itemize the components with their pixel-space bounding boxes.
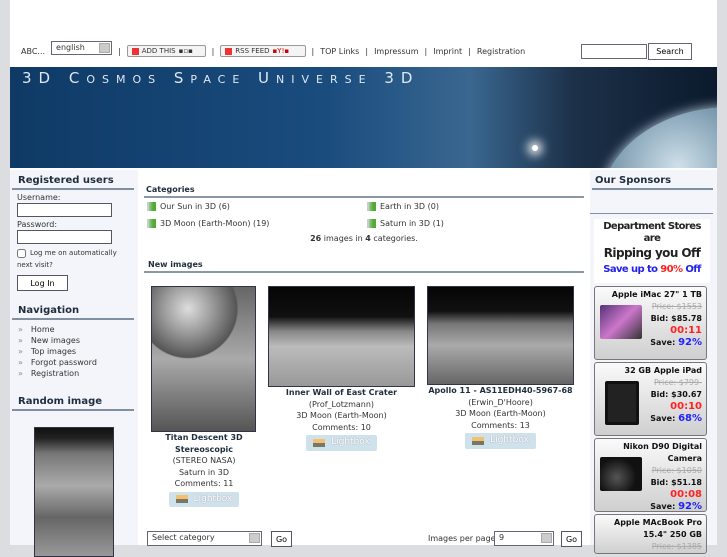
rss-feed-button[interactable]: RSS FEED ▪Y!▪ [220,45,306,57]
image-thumbnail-titan[interactable] [151,286,256,432]
image-caption-apollo: Apollo 11 - AS11EDH40-5967-68 (Erwin_D'H… [420,385,581,449]
search-button[interactable]: Search [648,43,692,60]
image-caption-titan: Titan Descent 3D Stereoscopic (STEREO NA… [140,432,268,507]
right-sidebar: Our Sponsors Department Stores are Rippi… [590,170,717,554]
image-caption-crater: Inner Wall of East Crater (Prof_Lotzmann… [260,387,423,451]
addthis-icon [131,47,139,55]
image-thumbnail-crater[interactable] [268,286,415,387]
nav-new-images[interactable]: » New images [10,335,138,346]
banner: 3D Cosmos Space Universe 3D [10,67,717,168]
category-moon[interactable]: 3D Moon (Earth-Moon) (19) [147,219,269,228]
password-label: Password: [17,220,58,229]
planet-image [600,107,717,168]
image-title[interactable]: Titan Descent 3D Stereoscopic [165,433,242,454]
lightbox-icon [313,438,326,447]
lightbox-icon [175,495,188,504]
chevron-down-icon [99,43,111,53]
page: ABC... english | ADD THIS ▪▫▪ | RSS FEED ▪… [10,0,717,557]
folder-icon [367,202,376,211]
sponsors-heading: Our Sponsors [592,170,713,190]
navigation-heading: Navigation [12,300,134,320]
username-label: Username: [17,193,61,202]
sponsor-ad-banner[interactable]: Department Stores are Ripping you Off Sa… [594,219,710,283]
registration-link[interactable]: Registration [477,47,525,56]
images-per-page-label: Images per page: [428,534,499,543]
lightbox-button[interactable]: Lightbox [168,491,240,507]
images-per-page-select[interactable]: 9 [494,531,554,546]
language-select[interactable]: english [51,41,113,55]
auto-login-label: Log me on automatically next visit? [17,249,117,269]
chevron-down-icon [541,533,552,543]
lightbox-icon [472,436,485,445]
sponsor-ad-imac[interactable]: Apple iMac 27" 1 TB Price: $1553 Bid: $85.… [594,286,707,360]
image-thumbnail-apollo[interactable] [427,286,574,385]
nav-home[interactable]: » Home [10,324,138,335]
category-earth[interactable]: Earth in 3D (0) [367,202,439,211]
top-links-link[interactable]: TOP Links [320,47,359,56]
username-field[interactable] [17,203,112,217]
sponsor-ad-ipad[interactable]: 32 GB Apple iPad Price: $799- Bid: $30.67 0… [594,362,707,436]
impressum-link[interactable]: Impressum [374,47,418,56]
category-saturn[interactable]: Saturn in 3D (1) [367,219,444,228]
top-bar: ABC... english | ADD THIS ▪▫▪ | RSS FEED ▪… [10,0,717,67]
password-field[interactable] [17,230,112,244]
folder-icon [367,219,376,228]
addthis-button[interactable]: ADD THIS ▪▫▪ [126,45,206,57]
lightbox-button[interactable]: Lightbox [306,435,377,451]
new-images-heading: New images [144,246,584,273]
category-select[interactable]: Select category [147,531,262,546]
sponsor-ad-nikon[interactable]: Nikon D90 Digital Camera Price: $1050 Bid:… [594,438,707,512]
left-sidebar: Registered users Username: Password: Log… [10,170,138,557]
star-image [532,145,538,151]
category-summary: 26 images in 4 categories. [310,234,418,243]
categories-heading: Categories [144,170,584,198]
category-our-sun[interactable]: Our Sun in 3D (6) [147,202,230,211]
site-title: 3D Cosmos Space Universe 3D [22,69,420,87]
login-button[interactable]: Log In [17,275,68,291]
main-content: Categories Our Sun in 3D (6) Earth in 3D… [140,170,588,547]
nav-registration[interactable]: » Registration [10,368,138,379]
folder-icon [147,202,156,211]
sponsor-ad-macbook[interactable]: Apple MAcBook Pro 15.4" 250 GB Price: $13… [594,514,707,554]
chevron-down-icon [249,533,260,543]
auto-login-checkbox[interactable] [17,248,26,258]
random-image-heading: Random image [12,391,134,411]
imprint-link[interactable]: Imprint [433,47,462,56]
abc-link[interactable]: ABC... [21,47,45,56]
lightbox-button[interactable]: Lightbox [465,433,536,449]
folder-icon [147,219,156,228]
nav-forgot-password[interactable]: » Forgot password [10,357,138,368]
nav-top-images[interactable]: » Top images [10,346,138,357]
random-image-thumbnail[interactable] [34,427,114,557]
registered-users-heading: Registered users [12,170,134,190]
search-input[interactable] [581,44,647,59]
rss-icon [225,47,233,55]
